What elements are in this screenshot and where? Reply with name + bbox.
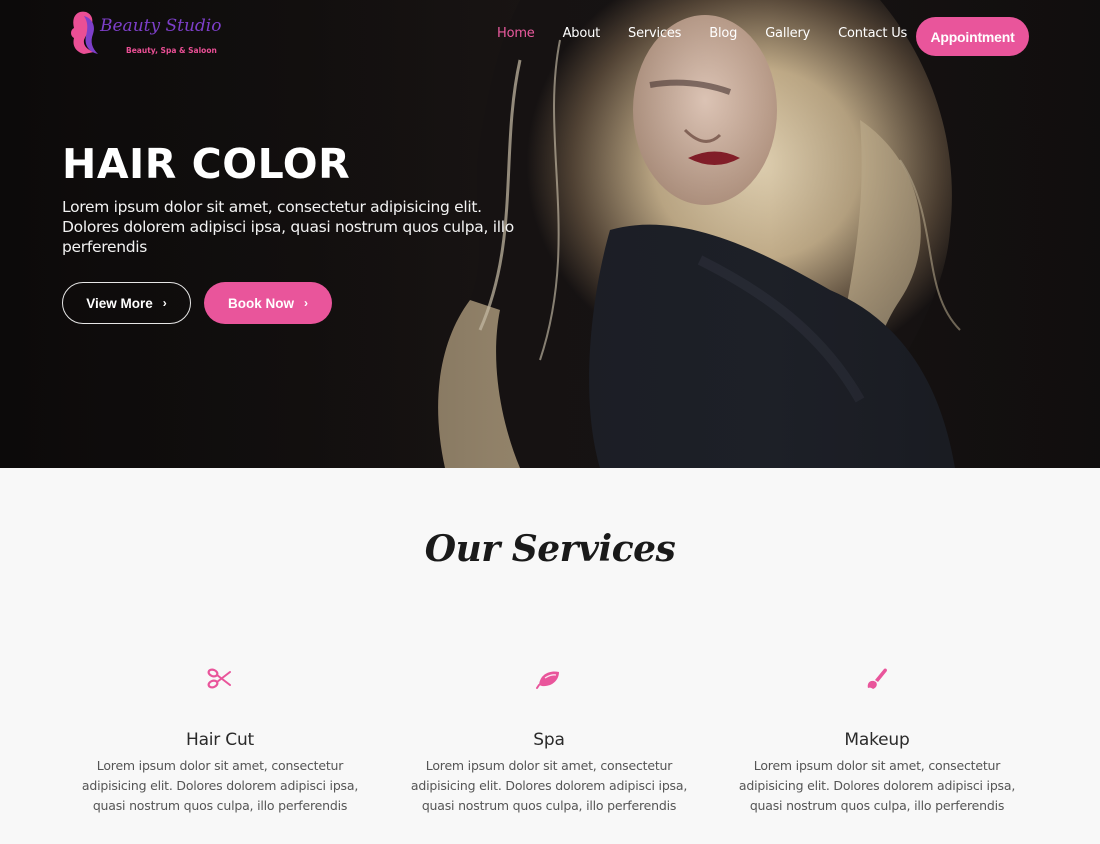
section-title: Our Services <box>424 528 676 570</box>
leaf-icon <box>536 671 559 689</box>
service-card-makeup: Makeup Lorem ipsum dolor sit amet, conse… <box>737 664 1017 816</box>
nav-contact-us[interactable]: Contact Us <box>838 26 907 41</box>
service-card-hair-cut: Hair Cut Lorem ipsum dolor sit amet, con… <box>80 664 360 816</box>
chevron-right-icon: › <box>162 296 167 310</box>
service-name: Hair Cut <box>185 730 255 750</box>
view-more-label: View More <box>86 295 153 311</box>
hero-section: Beauty Studio Beauty, Spa & Saloon Home … <box>0 0 1100 468</box>
woman-silhouette-icon <box>71 11 98 55</box>
service-description: Lorem ipsum dolor sit amet, consectetur … <box>410 758 688 813</box>
nav-gallery[interactable]: Gallery <box>765 26 810 41</box>
appointment-button[interactable]: Appointment <box>916 17 1029 56</box>
hero-title: HAIR COLOR <box>62 140 351 188</box>
service-card-spa: Spa Lorem ipsum dolor sit amet, consecte… <box>409 664 689 816</box>
nav-services[interactable]: Services <box>628 26 681 41</box>
logo-tagline: Beauty, Spa & Saloon <box>126 46 217 55</box>
scissors-icon <box>207 668 231 689</box>
navbar: Beauty Studio Beauty, Spa & Saloon Home … <box>0 0 1100 70</box>
services-section: Our Services Hair Cut Lorem ipsum dolor … <box>0 468 1100 844</box>
chevron-right-icon: › <box>304 296 308 310</box>
view-more-button[interactable]: View More › <box>62 282 191 324</box>
nav-about[interactable]: About <box>563 26 601 41</box>
hero-content: HAIR COLOR Lorem ipsum dolor sit amet, c… <box>62 138 542 324</box>
logo[interactable]: Beauty Studio Beauty, Spa & Saloon <box>66 6 221 58</box>
service-name: Spa <box>533 730 565 750</box>
nav-blog[interactable]: Blog <box>709 26 737 41</box>
service-name: Makeup <box>844 730 910 750</box>
book-now-label: Book Now <box>228 295 294 311</box>
hero-buttons: View More › Book Now › <box>62 282 332 324</box>
main-nav: Home About Services Blog Gallery Contact… <box>497 26 935 41</box>
service-description: Lorem ipsum dolor sit amet, consectetur … <box>81 758 359 813</box>
logo-title: Beauty Studio <box>100 16 222 36</box>
book-now-button[interactable]: Book Now › <box>204 282 332 324</box>
hero-description: Lorem ipsum dolor sit amet, consectetur … <box>62 198 514 256</box>
service-description: Lorem ipsum dolor sit amet, consectetur … <box>738 758 1016 813</box>
brush-icon <box>867 668 887 689</box>
nav-home[interactable]: Home <box>497 26 535 41</box>
